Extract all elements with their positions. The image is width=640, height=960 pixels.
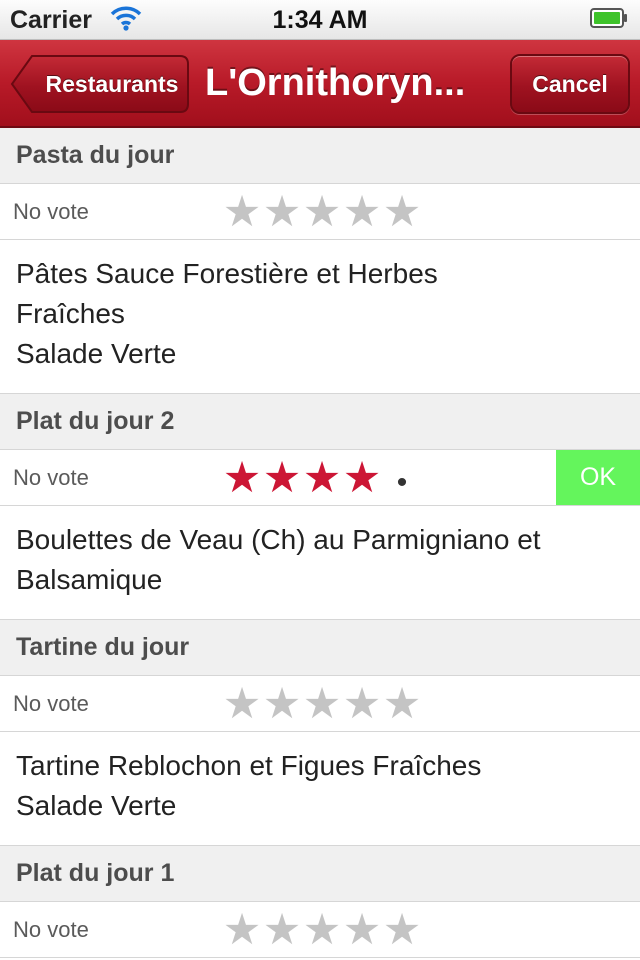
- star-icon[interactable]: ★: [382, 909, 422, 952]
- description-line: Pâtes Sauce Forestière et Herbes: [16, 258, 438, 289]
- vote-row: No vote ★★★★★: [0, 676, 640, 732]
- vote-row: No vote ★★★★★: [0, 902, 640, 958]
- star-rating[interactable]: ★★★★★: [222, 683, 422, 726]
- page-title: L'Ornithoryn...: [205, 62, 466, 104]
- star-icon[interactable]: ★: [342, 683, 382, 726]
- vote-row: No vote ★★★★★: [0, 184, 640, 240]
- star-icon[interactable]: ★: [382, 191, 422, 234]
- star-icon[interactable]: ★: [262, 457, 302, 500]
- star-icon[interactable]: ★: [262, 683, 302, 726]
- star-icon[interactable]: ★: [222, 909, 262, 952]
- vote-row: No vote ★★★★ • OK: [0, 450, 640, 506]
- dish-description: Pâtes Sauce Forestière et Herbes Fraîche…: [0, 240, 640, 394]
- star-icon[interactable]: ★: [302, 457, 342, 500]
- vote-label: No vote: [13, 199, 89, 224]
- description-line: Tartine Reblochon et Figues Fraîches: [16, 750, 482, 781]
- back-button[interactable]: Restaurants: [10, 54, 190, 114]
- description-line: Fraîches: [16, 298, 125, 329]
- cancel-button[interactable]: Cancel: [510, 54, 630, 114]
- star-icon[interactable]: ★: [302, 909, 342, 952]
- dish-description: Tartine Reblochon et Figues Fraîches Sal…: [0, 732, 640, 846]
- description-line: Balsamique: [16, 564, 163, 595]
- star-icon[interactable]: ★: [302, 191, 342, 234]
- status-time: 1:34 AM: [272, 6, 368, 34]
- star-icon[interactable]: ★: [342, 457, 382, 500]
- star-icon[interactable]: ★: [302, 683, 342, 726]
- back-button-label: Restaurants: [45, 71, 179, 97]
- star-rating[interactable]: ★★★★★: [222, 909, 422, 952]
- empty-star-dot-icon[interactable]: •: [382, 463, 422, 503]
- menu-list[interactable]: Pasta du jour No vote ★★★★★ Pâtes Sauce …: [0, 128, 640, 958]
- description-line: Boulettes de Veau (Ch) au Parmigniano et: [16, 524, 541, 555]
- navigation-bar: Restaurants L'Ornithoryn... Cancel: [0, 40, 640, 128]
- star-rating[interactable]: ★★★★★: [222, 191, 422, 234]
- section-header: Tartine du jour: [0, 620, 640, 676]
- star-icon[interactable]: ★: [262, 909, 302, 952]
- section-header: Plat du jour 1: [0, 846, 640, 902]
- description-line: Salade Verte: [16, 338, 177, 369]
- dish-description: Boulettes de Veau (Ch) au Parmigniano et…: [0, 506, 640, 620]
- vote-label: No vote: [13, 691, 89, 716]
- star-icon[interactable]: ★: [342, 909, 382, 952]
- vote-label: No vote: [13, 917, 89, 942]
- star-icon[interactable]: ★: [262, 191, 302, 234]
- description-line: Salade Verte: [16, 790, 177, 821]
- section-header: Plat du jour 2: [0, 394, 640, 450]
- star-icon[interactable]: ★: [382, 683, 422, 726]
- star-icon[interactable]: ★: [222, 683, 262, 726]
- star-icon[interactable]: ★: [222, 191, 262, 234]
- status-bar: Carrier 1:34 AM: [0, 0, 640, 40]
- ok-button[interactable]: OK: [556, 450, 640, 505]
- star-icon[interactable]: ★: [222, 457, 262, 500]
- section-header: Pasta du jour: [0, 128, 640, 184]
- star-rating[interactable]: ★★★★ •: [222, 457, 422, 500]
- battery-icon: [590, 8, 627, 28]
- star-icon[interactable]: ★: [342, 191, 382, 234]
- vote-label: No vote: [13, 465, 89, 490]
